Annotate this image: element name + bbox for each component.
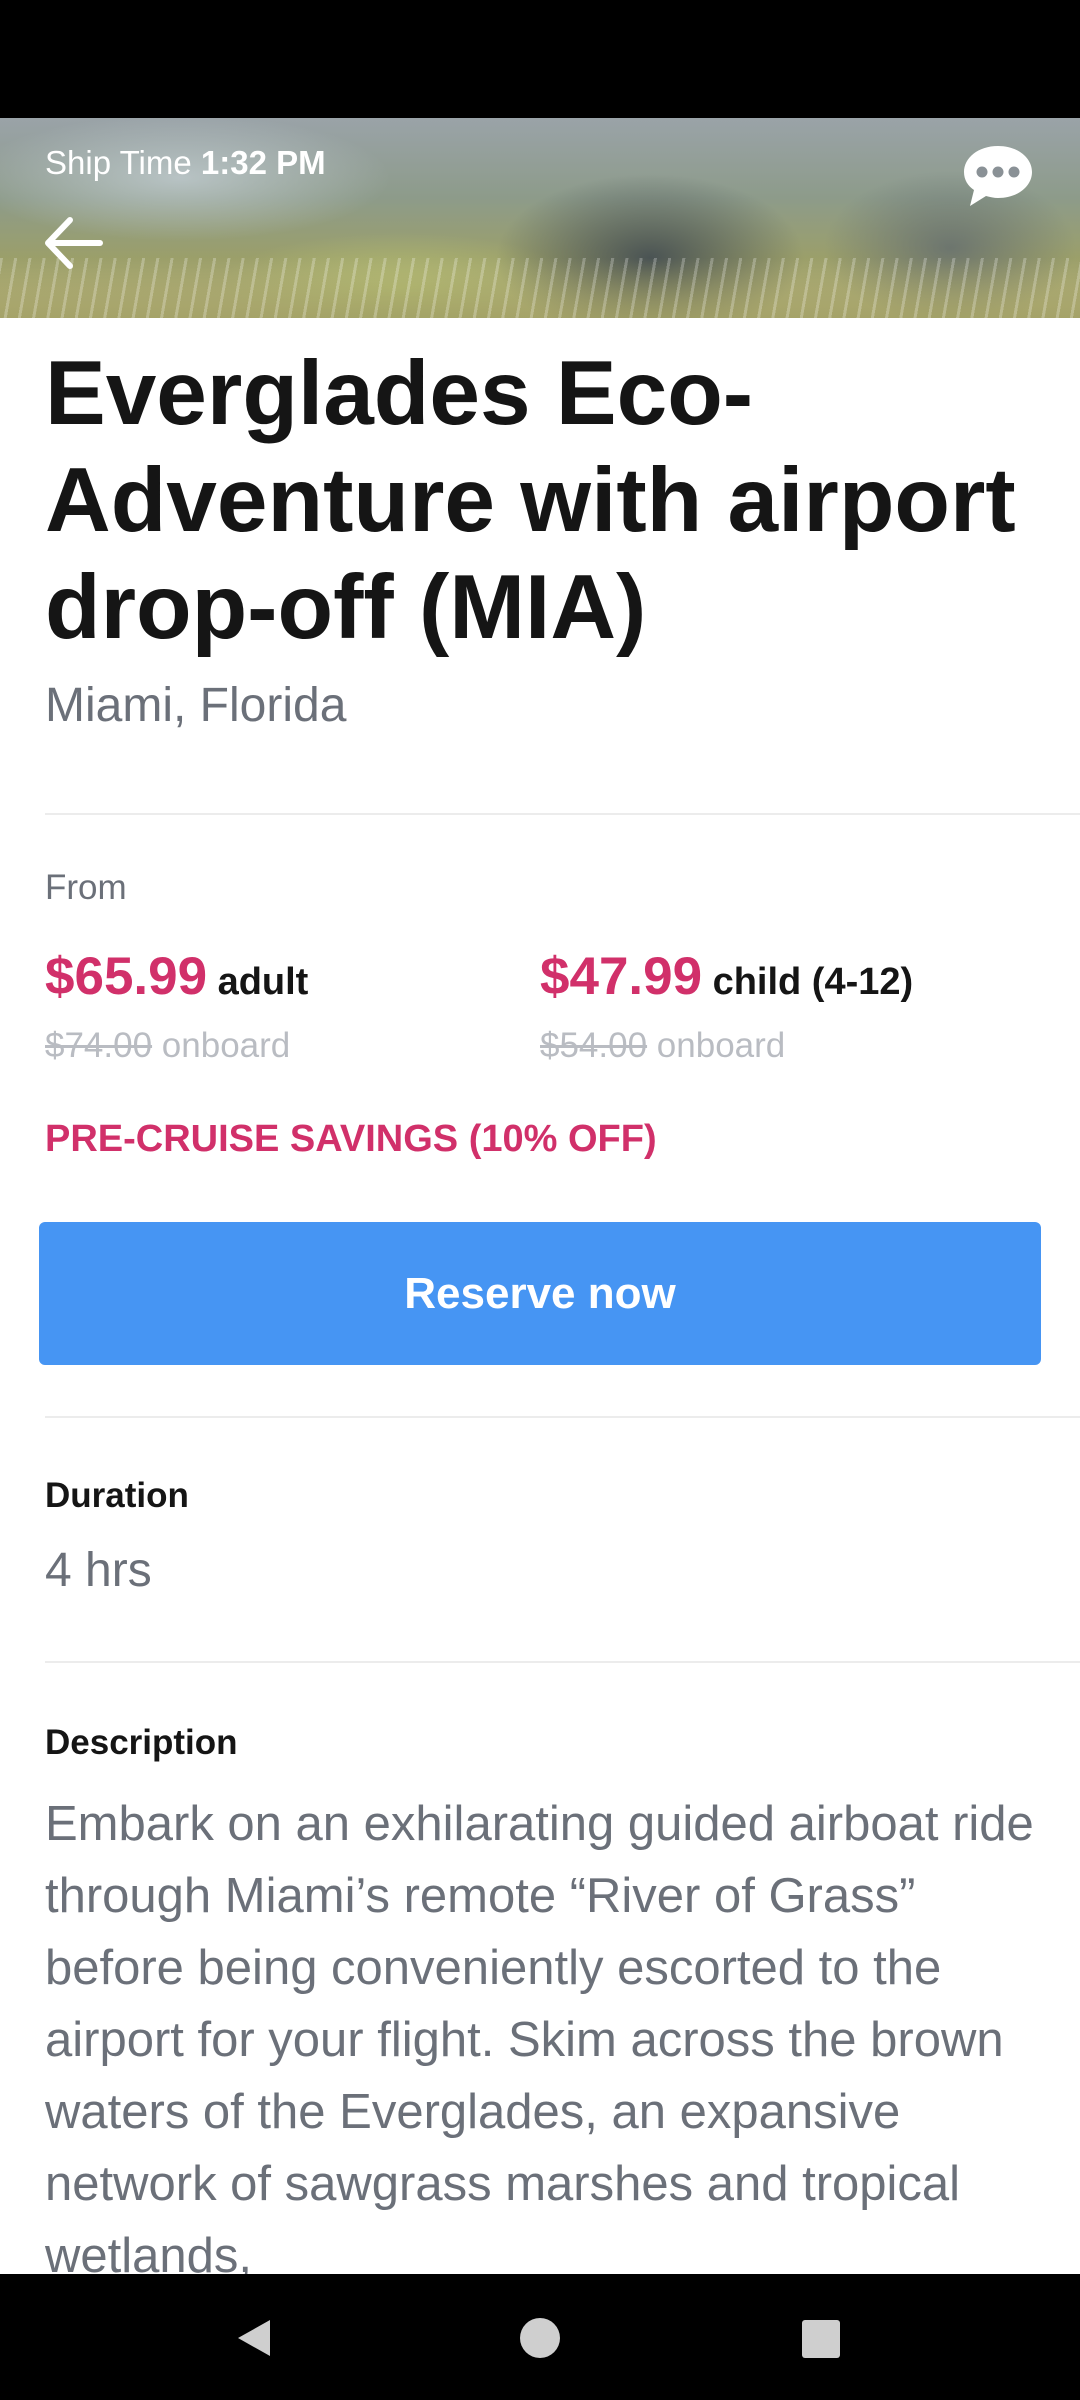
system-nav-bar (0, 2274, 1080, 2400)
adult-onboard-price-value: $74.00 (45, 1026, 153, 1065)
child-price: $47.99 child (4-12) (540, 946, 913, 1007)
ship-time-value: 1:32 PM (200, 144, 326, 181)
excursion-title: Everglades Eco-Adventure with airport dr… (45, 343, 1016, 658)
chat-bubble-icon (964, 146, 1032, 206)
description-text: Embark on an exhilarating guided airboat… (45, 1797, 1034, 2274)
ship-time-label: Ship Time (45, 144, 192, 181)
reserve-now-button[interactable]: Reserve now (39, 1222, 1041, 1365)
hero-grass (0, 258, 1080, 318)
arrow-left-icon (45, 217, 103, 269)
chat-button[interactable] (958, 140, 1038, 210)
divider (45, 1661, 1080, 1663)
savings-badge: PRE-CRUISE SAVINGS (10% OFF) (45, 1118, 657, 1160)
back-button[interactable] (38, 208, 110, 278)
excursion-location: Miami, Florida (45, 679, 347, 732)
duration-value: 4 hrs (45, 1544, 152, 1597)
child-onboard-price: $54.00 onboard (540, 1026, 785, 1066)
description-label: Description (45, 1723, 238, 1762)
hero-image: Ship Time 1:32 PM (0, 118, 1080, 318)
adult-onboard-price: $74.00 onboard (45, 1026, 290, 1066)
from-label: From (45, 868, 127, 907)
divider (45, 813, 1080, 815)
nav-recents-square-icon[interactable] (802, 2320, 840, 2358)
adult-onboard-label: onboard (161, 1026, 291, 1065)
adult-price-unit: adult (217, 961, 309, 1003)
adult-price: $65.99 adult (45, 946, 308, 1007)
adult-price-value: $65.99 (45, 947, 208, 1006)
nav-home-circle-icon[interactable] (520, 2318, 560, 2358)
duration-label: Duration (45, 1476, 189, 1515)
child-price-unit: child (4-12) (712, 961, 914, 1003)
child-price-value: $47.99 (540, 947, 703, 1006)
nav-back-triangle-icon[interactable] (234, 2318, 274, 2358)
ship-time: Ship Time 1:32 PM (45, 144, 326, 182)
divider (45, 1416, 1080, 1418)
excursion-details[interactable]: Everglades Eco-Adventure with airport dr… (0, 318, 1080, 2274)
child-onboard-label: onboard (656, 1026, 786, 1065)
status-bar (0, 0, 1080, 118)
child-onboard-price-value: $54.00 (540, 1026, 648, 1065)
